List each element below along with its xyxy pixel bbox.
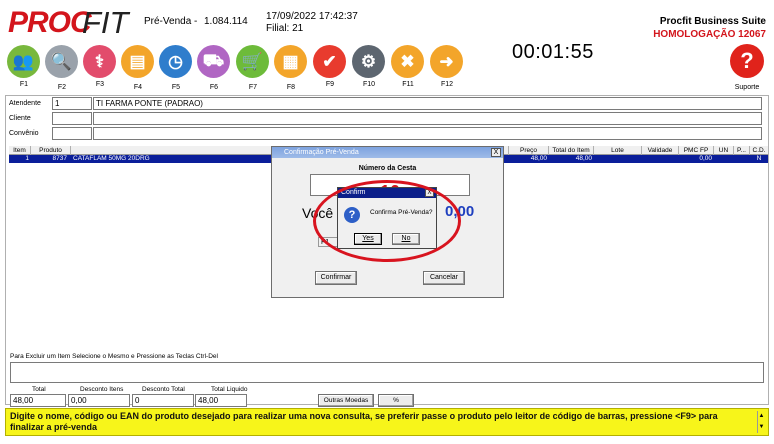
status-scrollbar[interactable]: ▲ ▼ (757, 411, 765, 433)
cell-pmc: 0,00 (699, 155, 712, 162)
toolbar-key-label: F8 (286, 84, 296, 91)
col-pmc-fp[interactable]: PMC FP (679, 146, 714, 155)
toolbar-f2-button[interactable]: 🔍 F2 (44, 45, 80, 91)
cliente-label: Cliente (9, 115, 31, 122)
cell-item: 1 (25, 155, 29, 162)
toolbar-f3-button[interactable]: ⚕ F3 (82, 45, 118, 91)
toolbar-key-label: F10 (362, 81, 376, 88)
toolbar-f12-button[interactable]: ➜ F12 (429, 45, 465, 91)
suite-title: Procfit Business Suite (659, 16, 766, 27)
support-label: Suporte (734, 84, 760, 91)
version-label: 1.084.114 (204, 16, 248, 27)
toolbar-f4-button[interactable]: ▤ F4 (120, 45, 156, 91)
scroll-up-icon[interactable]: ▲ (758, 411, 765, 422)
arrow-right-icon: ➜ (430, 45, 463, 78)
support-button[interactable]: ? Suporte (730, 44, 764, 92)
cancel-icon: ✖ (391, 45, 424, 78)
logo-fit-text: FIT (82, 5, 129, 40)
toolbar-key-label: F12 (440, 81, 454, 88)
filial-label: Filial: 21 (266, 23, 304, 34)
convenio-code-field[interactable] (52, 127, 92, 140)
toolbar-f11-button[interactable]: ✖ F11 (390, 45, 426, 91)
datetime-label: 17/09/2022 17:42:37 (266, 11, 358, 22)
cliente-name-field[interactable] (93, 112, 762, 125)
mode-label: Pré-Venda - (144, 16, 198, 27)
atendente-name-field[interactable]: TI FARMA PONTE (PADRAO) (93, 97, 762, 110)
col-cd[interactable]: C.D. (750, 146, 768, 155)
status-message: Digite o nome, código ou EAN do produto … (10, 411, 718, 432)
question-icon: ? (730, 44, 764, 78)
toolbar-f10-button[interactable]: ⚙ F10 (351, 45, 387, 91)
col-preco-liquido[interactable]: Preço Liquido (509, 146, 549, 163)
cell-cd: N (756, 155, 762, 162)
toolbar-key-label: F7 (248, 84, 258, 91)
users-icon: 👥 (7, 45, 40, 78)
desconto-total-label: Desconto Total (142, 386, 185, 393)
scroll-down-icon[interactable]: ▼ (758, 422, 765, 433)
toolbar-f7-button[interactable]: 🛒 F7 (235, 45, 271, 91)
toolbar-key-label: F6 (209, 84, 219, 91)
confirmacao-title: Confirmação Pré-Venda (272, 147, 503, 158)
toolbar-key-label: F9 (325, 81, 335, 88)
toolbar-key-label: F1 (19, 81, 29, 88)
outras-moedas-button[interactable]: Outras Moedas (318, 394, 374, 407)
numero-cesta-label: Número da Cesta (358, 165, 417, 172)
datetime-block: 17/09/2022 17:42:37 Filial: 21 (266, 11, 358, 35)
toolbar-key-label: F2 (57, 84, 67, 91)
cliente-code-field[interactable] (52, 112, 92, 125)
cell-descricao: CATAFLAM 50MG 20DRG (73, 155, 150, 162)
total-label: Total (32, 386, 46, 393)
toolbar-f9-button[interactable]: ✔ F9 (312, 45, 348, 91)
cell-total: 48,00 (575, 155, 592, 162)
id-card-icon: ▤ (121, 45, 154, 78)
col-produto[interactable]: Produto (31, 146, 71, 155)
desconto-itens-field[interactable]: 0,00 (68, 394, 130, 407)
convenio-label: Convênio (9, 130, 39, 137)
total-liquido-label: Total Liquido (211, 386, 248, 393)
caduceus-icon: ⚕ (83, 45, 116, 78)
cancelar-button[interactable]: Cancelar (423, 271, 465, 285)
search-icon: 🔍 (45, 45, 78, 78)
toolbar-key-label: F4 (133, 84, 143, 91)
col-un[interactable]: UN (714, 146, 734, 155)
desconto-itens-label: Desconto Itens (80, 386, 124, 393)
convenio-name-field[interactable] (93, 127, 762, 140)
cell-preco: 48,00 (530, 155, 547, 162)
total-field[interactable]: 48,00 (10, 394, 66, 407)
toolbar-f8-button[interactable]: ▦ F8 (273, 45, 309, 91)
atendente-label: Atendente (9, 100, 41, 107)
highlight-ellipse (313, 180, 461, 262)
confirmar-button[interactable]: Confirmar (315, 271, 357, 285)
cell-produto: 8737 (52, 155, 67, 162)
card-icon: ▦ (274, 45, 307, 78)
col-item[interactable]: Item (9, 146, 31, 155)
session-timer: 00:01:55 (512, 41, 594, 63)
desconto-total-field[interactable]: 0 (132, 394, 194, 407)
atendente-code-field[interactable]: 1 (52, 97, 92, 110)
cart-icon: 🛒 (236, 45, 269, 78)
col-validade[interactable]: Validade (642, 146, 679, 155)
col-p[interactable]: P... (734, 146, 750, 155)
toolbar-f1-button[interactable]: 👥 F1 (6, 45, 42, 91)
procfit-logo: PROC FIT (8, 6, 138, 40)
toolbar-key-label: F5 (171, 84, 181, 91)
check-icon: ✔ (313, 45, 346, 78)
toolbar-key-label: F3 (95, 81, 105, 88)
product-search-input[interactable] (10, 362, 764, 383)
toolbar-f5-button[interactable]: ◷ F5 (158, 45, 194, 91)
environment-label: HOMOLOGAÇÃO 12067 (653, 29, 766, 40)
logo-proc-text: PROC (8, 6, 92, 39)
total-liquido-field[interactable]: 48,00 (195, 394, 247, 407)
toolbar-f6-button[interactable]: ⛟ F6 (196, 45, 232, 91)
clock-icon: ◷ (159, 45, 192, 78)
col-total-item[interactable]: Total do Item (549, 146, 594, 155)
col-lote[interactable]: Lote (594, 146, 642, 155)
gears-icon: ⚙ (352, 45, 385, 78)
delete-hint: Para Excluir um Item Selecione o Mesmo e… (10, 353, 218, 360)
confirmacao-close-button[interactable]: X (491, 148, 501, 157)
truck-icon: ⛟ (197, 45, 230, 78)
toolbar-key-label: F11 (402, 81, 414, 88)
percent-button[interactable]: % (378, 394, 414, 407)
